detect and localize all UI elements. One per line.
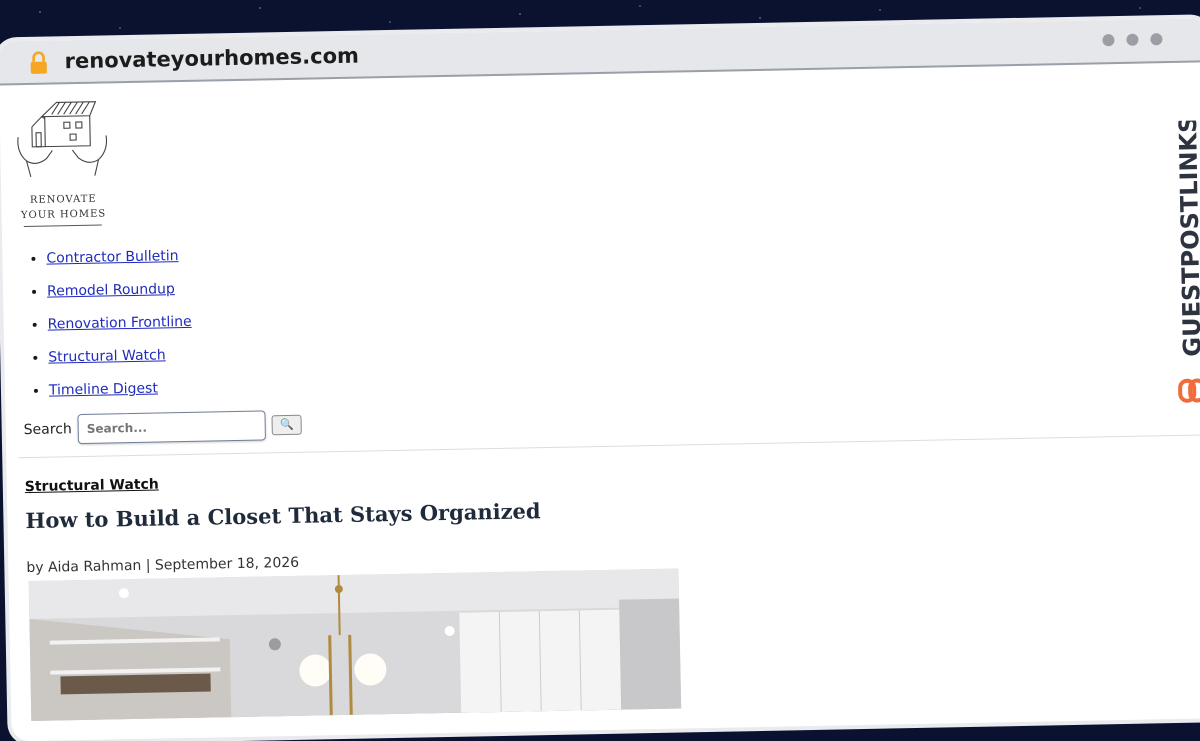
nav-item-remodel-roundup: Remodel Roundup: [47, 273, 192, 309]
logo-text-line2: YOUR HOMES: [20, 208, 107, 222]
search-input[interactable]: [77, 410, 267, 445]
browser-window: renovateyourhomes.com RENOVATE YOUR HOME…: [0, 18, 1200, 741]
house-hands-icon: [17, 101, 108, 178]
nav-link[interactable]: Renovation Frontline: [48, 314, 192, 333]
window-dot[interactable]: [1150, 33, 1163, 46]
magnifier-icon: 🔍: [279, 418, 294, 432]
browser-frame: renovateyourhomes.com RENOVATE YOUR HOME…: [0, 0, 1200, 741]
search-button[interactable]: 🔍: [271, 414, 302, 436]
nav-item-contractor-bulletin: Contractor Bulletin: [46, 240, 191, 276]
logo-text-line1: RENOVATE: [29, 193, 97, 206]
nav-link[interactable]: Contractor Bulletin: [46, 248, 178, 267]
nav-item-renovation-frontline: Renovation Frontline: [47, 306, 192, 342]
article-title: How to Build a Closet That Stays Organiz…: [25, 498, 541, 534]
side-brand-text: GUESTPOSTLINKS: [1174, 120, 1200, 357]
article-meta: by Aida Rahman | September 18, 2026: [26, 554, 300, 577]
window-dot[interactable]: [1126, 33, 1139, 46]
nav-item-structural-watch: Structural Watch: [48, 339, 193, 375]
nav-link[interactable]: Timeline Digest: [49, 380, 158, 398]
article-category-link[interactable]: Structural Watch: [25, 476, 159, 495]
chain-link-icon: [1178, 378, 1200, 403]
nav-link[interactable]: Structural Watch: [48, 347, 166, 365]
article-hero-image: [28, 568, 682, 721]
search-label: Search: [23, 421, 72, 439]
main-nav: Contractor Bulletin Remodel Roundup Reno…: [28, 240, 193, 408]
lock-icon: [30, 51, 47, 74]
site-logo[interactable]: RENOVATE YOUR HOMES: [11, 95, 113, 228]
page-content: RENOVATE YOUR HOMES Contractor Bulletin …: [11, 62, 1200, 741]
closet-photo: [28, 568, 682, 721]
search-form: Search 🔍: [23, 410, 302, 445]
url-text[interactable]: renovateyourhomes.com: [64, 44, 359, 74]
nav-item-timeline-digest: Timeline Digest: [49, 372, 194, 408]
nav-link[interactable]: Remodel Roundup: [47, 281, 175, 299]
logo-underline: [23, 224, 102, 228]
guestpostlinks-badge[interactable]: GUESTPOSTLINKS: [1170, 120, 1200, 421]
window-controls: [1102, 33, 1163, 47]
window-dot[interactable]: [1102, 34, 1115, 47]
